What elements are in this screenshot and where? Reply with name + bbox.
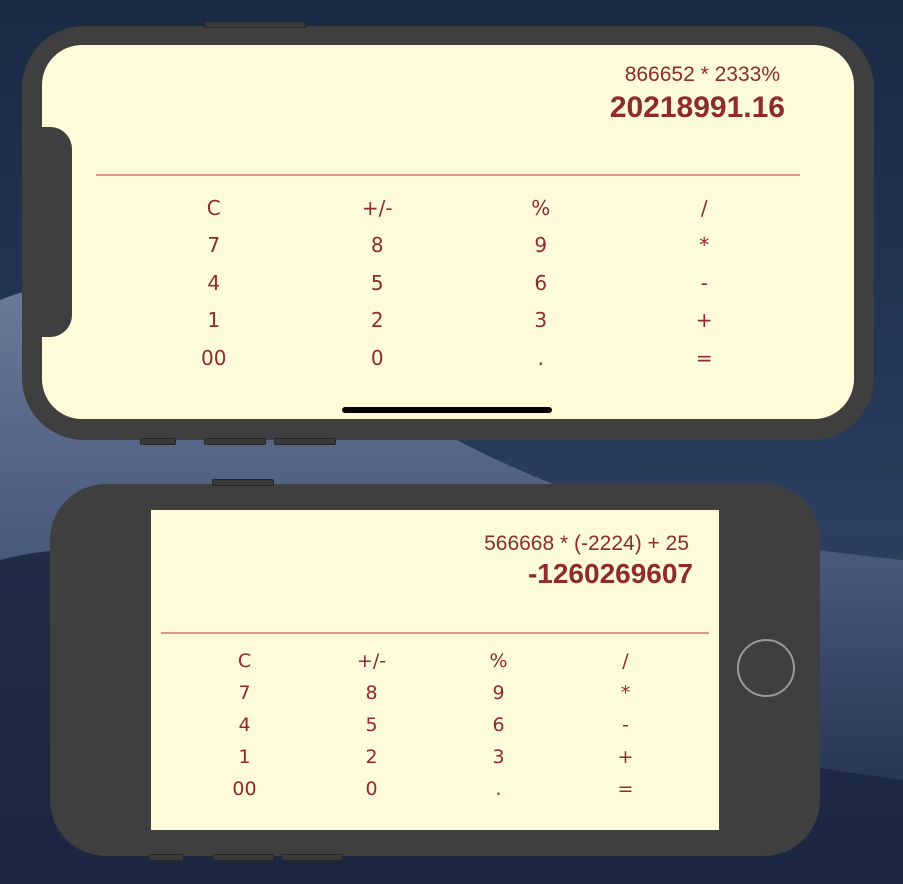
key-decimal[interactable]: . [435,773,562,805]
expression-display: 866652 * 2333% [624,63,780,86]
result-display: -1260269607 [527,558,693,589]
key-5[interactable]: 5 [296,264,460,302]
home-indicator[interactable] [342,407,552,413]
key-equals[interactable]: = [562,773,689,805]
home-button[interactable] [737,639,795,697]
iphone-8-device: 566668 * (-2224) + 25 -1260269607 C +/- … [50,479,820,861]
key-equals[interactable]: = [623,339,787,377]
keypad: C +/- % / 7 8 9 * 4 5 6 - 1 2 3 + 00 0 .… [181,645,689,805]
key-add[interactable]: + [623,302,787,340]
key-4[interactable]: 4 [181,709,308,741]
key-6[interactable]: 6 [459,264,623,302]
key-decimal[interactable]: . [459,339,623,377]
key-plus-minus[interactable]: +/- [296,189,460,227]
key-subtract[interactable]: - [562,709,689,741]
key-plus-minus[interactable]: +/- [308,645,435,677]
key-3[interactable]: 3 [459,302,623,340]
key-7[interactable]: 7 [132,227,296,265]
expression-display: 566668 * (-2224) + 25 [484,532,689,555]
calculator-screen: 866652 * 2333% 20218991.16 C +/- % / 7 8… [42,45,854,419]
key-percent[interactable]: % [435,645,562,677]
key-clear[interactable]: C [132,189,296,227]
volume-button-2[interactable] [204,438,266,445]
notch [42,127,72,337]
volume-button-1[interactable] [140,438,176,445]
keypad: C +/- % / 7 8 9 * 4 5 6 - 1 2 3 + 00 0 .… [132,189,786,377]
key-1[interactable]: 1 [181,741,308,773]
key-8[interactable]: 8 [308,677,435,709]
key-divide[interactable]: / [623,189,787,227]
key-subtract[interactable]: - [623,264,787,302]
key-1[interactable]: 1 [132,302,296,340]
display-divider [161,632,709,634]
key-0[interactable]: 0 [296,339,460,377]
key-2[interactable]: 2 [296,302,460,340]
volume-button-2[interactable] [212,854,274,861]
key-double-zero[interactable]: 00 [181,773,308,805]
key-percent[interactable]: % [459,189,623,227]
key-7[interactable]: 7 [181,677,308,709]
key-2[interactable]: 2 [308,741,435,773]
key-divide[interactable]: / [562,645,689,677]
key-multiply[interactable]: * [623,227,787,265]
key-5[interactable]: 5 [308,709,435,741]
key-clear[interactable]: C [181,645,308,677]
volume-button-3[interactable] [274,438,336,445]
key-multiply[interactable]: * [562,677,689,709]
key-add[interactable]: + [562,741,689,773]
calculator-screen: 566668 * (-2224) + 25 -1260269607 C +/- … [151,510,719,830]
display-divider [96,174,800,176]
key-9[interactable]: 9 [459,227,623,265]
iphone-x-device: 866652 * 2333% 20218991.16 C +/- % / 7 8… [22,21,874,445]
result-display: 20218991.16 [609,91,785,124]
side-button-top[interactable] [204,21,306,28]
key-double-zero[interactable]: 00 [132,339,296,377]
key-3[interactable]: 3 [435,741,562,773]
key-9[interactable]: 9 [435,677,562,709]
volume-button-3[interactable] [281,854,343,861]
key-6[interactable]: 6 [435,709,562,741]
key-4[interactable]: 4 [132,264,296,302]
key-8[interactable]: 8 [296,227,460,265]
side-button-top[interactable] [212,479,274,486]
volume-button-1[interactable] [148,854,184,861]
key-0[interactable]: 0 [308,773,435,805]
